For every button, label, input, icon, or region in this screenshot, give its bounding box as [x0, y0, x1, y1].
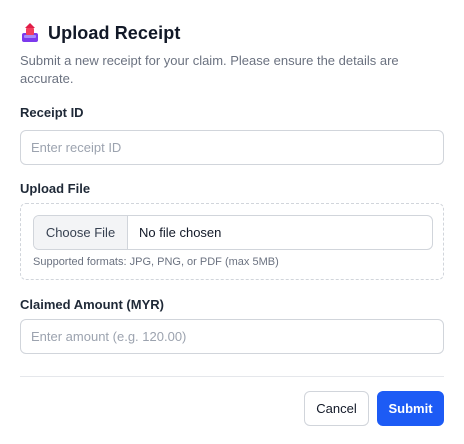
receipt-id-input[interactable] [20, 130, 444, 165]
choose-file-button[interactable]: Choose File [34, 216, 128, 249]
claimed-amount-label: Claimed Amount (MYR) [20, 297, 164, 312]
file-format-hint: Supported formats: JPG, PNG, or PDF (max… [33, 256, 279, 268]
dialog-subtitle: Submit a new receipt for your claim. Ple… [20, 53, 399, 86]
upload-receipt-dialog: Upload Receipt Submit a new receipt for … [0, 0, 464, 444]
submit-button[interactable]: Submit [377, 391, 444, 426]
upload-file-label: Upload File [20, 181, 91, 196]
dialog-header: Upload Receipt [20, 22, 180, 44]
cancel-button[interactable]: Cancel [304, 391, 369, 426]
file-dropzone[interactable]: Choose File No file chosen Supported for… [20, 203, 444, 280]
claimed-amount-input[interactable] [20, 319, 444, 354]
file-input[interactable]: Choose File No file chosen [33, 215, 433, 250]
receipt-id-label: Receipt ID [20, 105, 84, 120]
file-name-text: No file chosen [139, 225, 222, 240]
footer-divider [20, 376, 444, 377]
dialog-title: Upload Receipt [48, 22, 181, 43]
inbox-tray-upload-icon [20, 22, 40, 44]
